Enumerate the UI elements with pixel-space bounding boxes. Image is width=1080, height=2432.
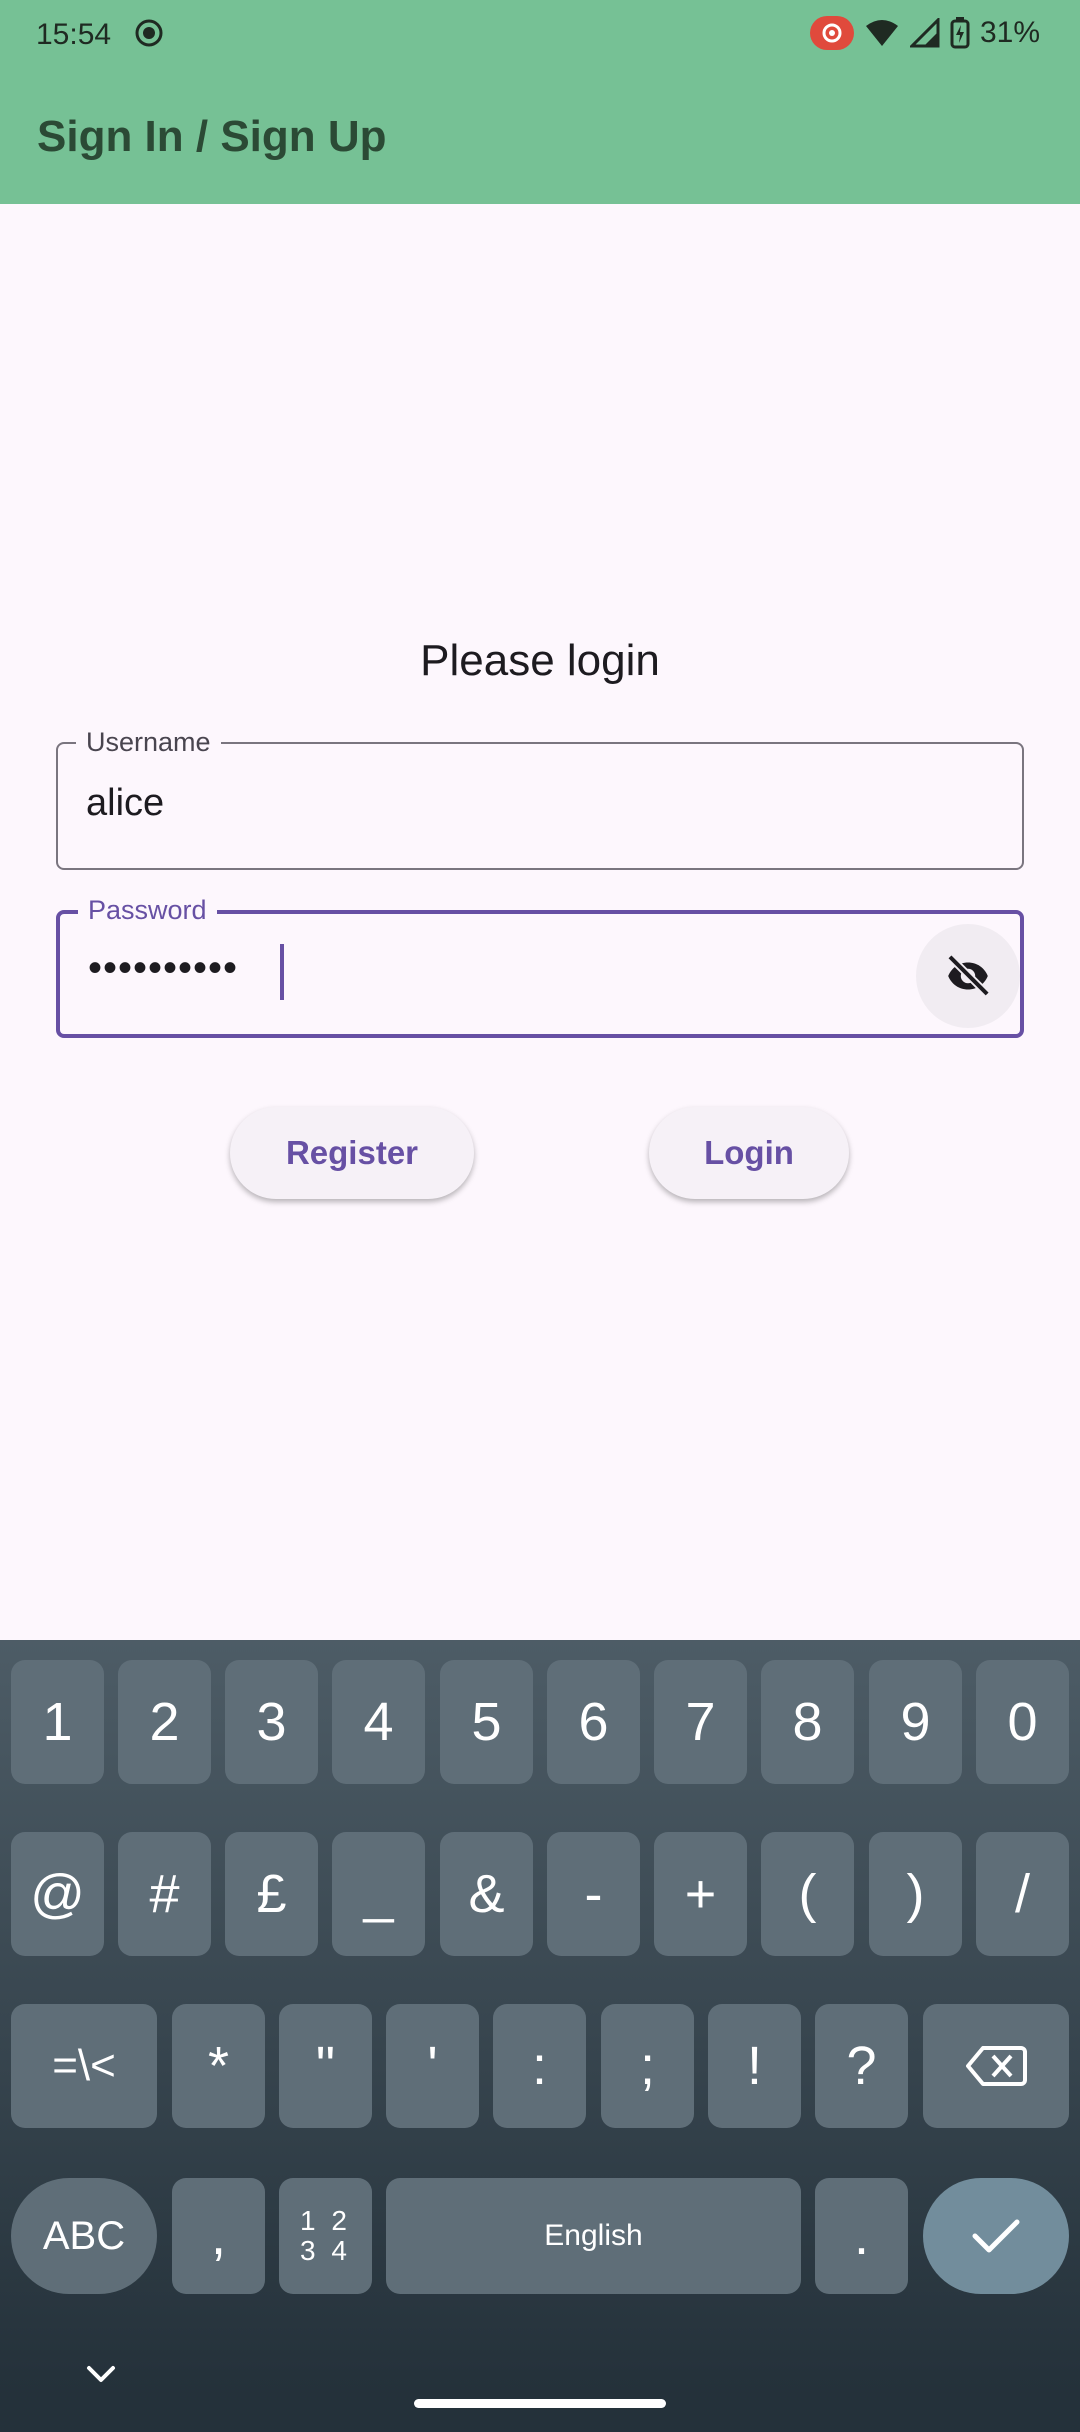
key-comma[interactable]: , — [172, 2178, 265, 2294]
key-6[interactable]: 6 — [547, 1660, 640, 1784]
key-done[interactable] — [923, 2178, 1069, 2294]
key-question[interactable]: ? — [815, 2004, 908, 2128]
login-button[interactable]: Login — [649, 1107, 849, 1199]
key-numbers-symbols[interactable]: 1 2 3 4 — [279, 2178, 372, 2294]
key-slash[interactable]: / — [976, 1832, 1069, 1956]
key-close-paren[interactable]: ) — [869, 1832, 962, 1956]
keyboard: 1 2 3 4 5 6 7 8 9 0 @ # £ _ & - + ( ) / … — [0, 1640, 1080, 2432]
key-minus[interactable]: - — [547, 1832, 640, 1956]
key-3[interactable]: 3 — [225, 1660, 318, 1784]
key-ampersand[interactable]: & — [440, 1832, 533, 1956]
key-8[interactable]: 8 — [761, 1660, 854, 1784]
page-heading: Please login — [420, 636, 660, 685]
key-backspace[interactable] — [923, 2004, 1069, 2128]
key-9[interactable]: 9 — [869, 1660, 962, 1784]
battery-icon — [950, 17, 970, 49]
wifi-icon — [865, 20, 898, 46]
status-time: 15:54 — [36, 18, 112, 51]
status-bar: 15:54 31% — [0, 0, 1080, 72]
key-abc[interactable]: ABC — [11, 2178, 157, 2294]
key-exclamation[interactable]: ! — [708, 2004, 801, 2128]
key-5[interactable]: 5 — [440, 1660, 533, 1784]
username-label: Username — [76, 727, 221, 757]
key-colon[interactable]: : — [493, 2004, 586, 2128]
register-button[interactable]: Register — [230, 1107, 474, 1199]
key-single-quote[interactable]: ' — [386, 2004, 479, 2128]
password-value: •••••••••• — [88, 946, 239, 990]
signal-icon — [909, 18, 940, 48]
backspace-icon — [966, 2046, 1027, 2086]
navigation-handle[interactable] — [414, 2399, 666, 2408]
screen-record-icon — [809, 16, 854, 50]
key-1[interactable]: 1 — [11, 1660, 104, 1784]
key-open-paren[interactable]: ( — [761, 1832, 854, 1956]
password-field[interactable]: Password •••••••••• — [56, 895, 1024, 1038]
username-value: alice — [86, 782, 165, 824]
key-plus[interactable]: + — [654, 1832, 747, 1956]
visibility-off-icon — [947, 954, 990, 997]
key-2[interactable]: 2 — [118, 1660, 211, 1784]
numsym-top: 1 2 — [300, 2205, 351, 2236]
key-underscore[interactable]: _ — [332, 1832, 425, 1956]
key-hash[interactable]: # — [118, 1832, 211, 1956]
key-double-quote[interactable]: " — [279, 2004, 372, 2128]
key-0[interactable]: 0 — [976, 1660, 1069, 1784]
collapse-keyboard-icon[interactable] — [84, 2362, 118, 2386]
key-asterisk[interactable]: * — [172, 2004, 265, 2128]
battery-percent: 31% — [979, 16, 1040, 49]
app-bar: Sign In / Sign Up — [0, 72, 1080, 204]
username-field[interactable]: Username alice — [56, 727, 1024, 870]
key-more-symbols[interactable]: =\< — [11, 2004, 157, 2128]
recording-icon — [135, 19, 163, 47]
key-7[interactable]: 7 — [654, 1660, 747, 1784]
checkmark-icon — [972, 2219, 1020, 2253]
key-semicolon[interactable]: ; — [601, 2004, 694, 2128]
key-space[interactable]: English — [386, 2178, 801, 2294]
key-at[interactable]: @ — [11, 1832, 104, 1956]
app-bar-title: Sign In / Sign Up — [37, 112, 387, 161]
status-icons: 31% — [809, 16, 1040, 50]
key-period[interactable]: . — [815, 2178, 908, 2294]
key-pound[interactable]: £ — [225, 1832, 318, 1956]
key-4[interactable]: 4 — [332, 1660, 425, 1784]
password-label: Password — [78, 895, 217, 925]
numsym-bottom: 3 4 — [300, 2235, 351, 2266]
text-cursor — [280, 944, 284, 1000]
toggle-password-visibility-button[interactable] — [916, 924, 1020, 1028]
